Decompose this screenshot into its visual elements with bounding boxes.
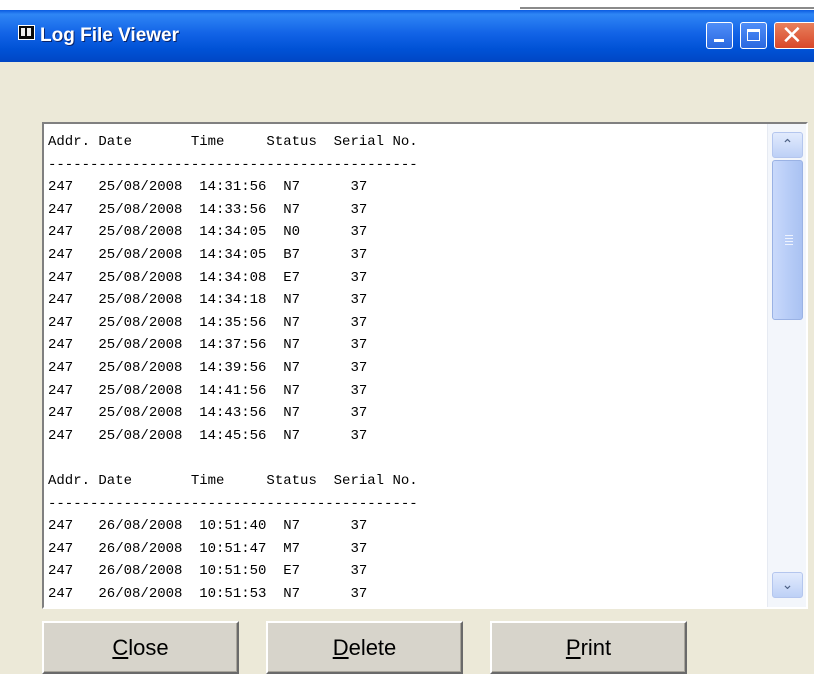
scroll-thumb[interactable]	[772, 160, 803, 320]
log-viewer-icon	[18, 25, 35, 40]
client-area: Addr. Date Time Status Serial No. ------…	[0, 62, 814, 674]
close-button-label: lose	[128, 634, 169, 660]
delete-button-accel: D	[332, 634, 349, 660]
background-window-edge	[520, 7, 814, 9]
minimize-button[interactable]	[706, 22, 733, 49]
delete-button[interactable]: Delete	[266, 621, 463, 674]
log-text-area[interactable]: Addr. Date Time Status Serial No. ------…	[42, 122, 808, 609]
print-button-label: rint	[580, 634, 612, 660]
title-bar[interactable]: Log File Viewer ✕	[0, 10, 814, 62]
scroll-grip	[785, 235, 793, 236]
print-button[interactable]: Print	[490, 621, 687, 674]
print-button-accel: P	[565, 634, 581, 660]
chevron-down-icon: ⌄	[781, 577, 794, 593]
close-button[interactable]: Close	[42, 621, 239, 674]
close-button-accel: C	[112, 634, 129, 660]
desktop-background	[0, 0, 814, 10]
maximize-icon	[747, 29, 760, 41]
close-window-button[interactable]: ✕	[774, 22, 814, 49]
scroll-up-button[interactable]: ⌃	[772, 132, 803, 158]
log-file-viewer-window: Log File Viewer ✕ Addr. Date Time Status…	[0, 10, 814, 674]
log-content: Addr. Date Time Status Serial No. ------…	[48, 134, 418, 602]
vertical-scrollbar[interactable]: ⌃ ⌄	[767, 124, 806, 607]
delete-button-label: elete	[348, 634, 397, 660]
maximize-button[interactable]	[740, 22, 767, 49]
close-icon: ✕	[781, 21, 803, 51]
scroll-down-button[interactable]: ⌄	[772, 572, 803, 598]
minimize-icon	[714, 39, 724, 42]
window-title: Log File Viewer	[40, 25, 180, 46]
chevron-up-icon: ⌃	[781, 137, 794, 153]
